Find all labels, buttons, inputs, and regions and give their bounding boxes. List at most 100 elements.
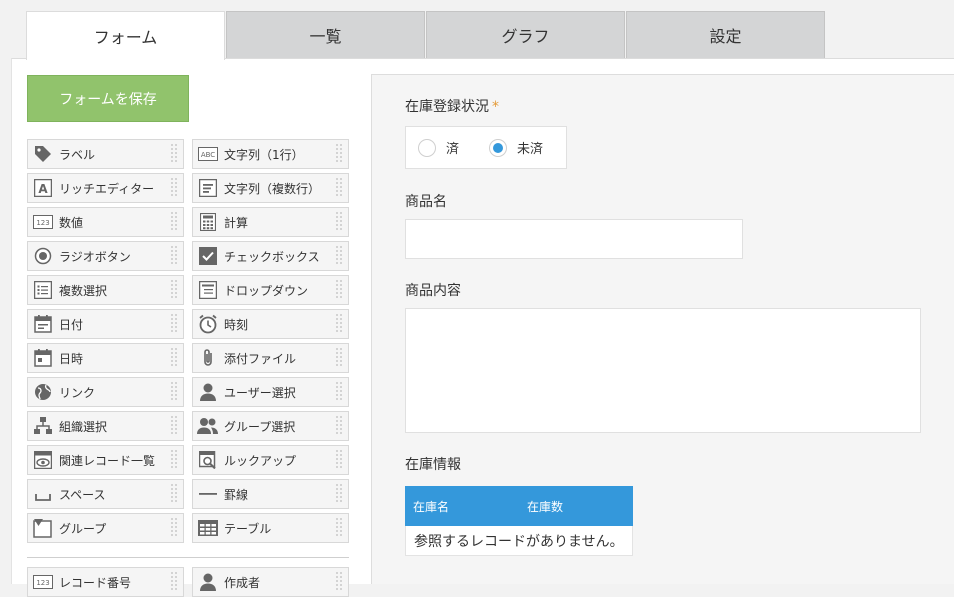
palette-item-label: 添付ファイル [224, 351, 297, 366]
palette-item-label: リンク [59, 385, 96, 400]
datetime-icon [32, 347, 54, 369]
drag-handle-icon[interactable] [335, 245, 345, 267]
palette-item[interactable]: リンク [27, 377, 184, 407]
palette-item[interactable]: 作成者 [192, 567, 349, 597]
radio-option-done[interactable]: 済 [418, 138, 459, 157]
drag-handle-icon[interactable] [170, 381, 180, 403]
palette-item[interactable]: ABC 文字列（1行） [192, 139, 349, 169]
space-icon [32, 483, 54, 505]
palette-item[interactable]: 罫線 [192, 479, 349, 509]
drag-handle-icon[interactable] [335, 483, 345, 505]
drag-handle-icon[interactable] [170, 313, 180, 335]
multiline-text-icon [197, 177, 219, 199]
stock-status-radio-group: 済 未済 [405, 126, 567, 169]
line-icon [197, 483, 219, 505]
drag-handle-icon[interactable] [170, 245, 180, 267]
palette-item[interactable]: 関連レコード一覧 [27, 445, 184, 475]
tab-list[interactable]: 一覧 [226, 11, 425, 58]
drag-handle-icon[interactable] [170, 415, 180, 437]
save-form-button[interactable]: フォームを保存 [27, 75, 189, 122]
tab-settings[interactable]: 設定 [626, 11, 825, 58]
palette-item[interactable]: 時刻 [192, 309, 349, 339]
palette-item[interactable]: 複数選択 [27, 275, 184, 305]
product-desc-textarea[interactable] [405, 308, 921, 433]
drag-handle-icon[interactable] [335, 381, 345, 403]
palette-item[interactable]: グループ選択 [192, 411, 349, 441]
globe-icon [32, 381, 54, 403]
drag-handle-icon[interactable] [170, 211, 180, 233]
palette-item-label: 複数選択 [59, 283, 108, 298]
drag-handle-icon[interactable] [335, 415, 345, 437]
column-stock-count: 在庫数 [527, 499, 564, 514]
palette-item[interactable]: ラジオボタン [27, 241, 184, 271]
drag-handle-icon[interactable] [170, 571, 180, 593]
palette-item[interactable]: ラベル [27, 139, 184, 169]
tab-form[interactable]: フォーム [26, 11, 225, 60]
palette-item[interactable]: チェックボックス [192, 241, 349, 271]
palette-item-label: ユーザー選択 [224, 385, 296, 400]
palette-item[interactable]: スペース [27, 479, 184, 509]
radio-option-undone-label: 未済 [517, 142, 544, 157]
palette-item[interactable]: ルックアップ [192, 445, 349, 475]
product-name-label: 商品名 [405, 194, 447, 210]
stock-info-label: 在庫情報 [405, 457, 461, 473]
palette-item-label: ルックアップ [224, 453, 297, 468]
palette-item-label: 時刻 [224, 317, 249, 332]
drag-handle-icon[interactable] [335, 517, 345, 539]
org-chart-icon [32, 415, 54, 437]
drag-handle-icon[interactable] [335, 177, 345, 199]
drag-handle-icon[interactable] [170, 177, 180, 199]
palette-item[interactable]: 日時 [27, 343, 184, 373]
palette-item[interactable]: A リッチエディター [27, 173, 184, 203]
stock-info-related-table: 在庫名 在庫数 参照するレコードがありません。 [405, 486, 633, 556]
multi-select-icon [32, 279, 54, 301]
palette-item-label: 関連レコード一覧 [59, 453, 156, 468]
tag-icon [32, 143, 54, 165]
palette-item[interactable]: 123 数値 [27, 207, 184, 237]
product-name-input[interactable] [405, 219, 743, 259]
palette-item[interactable]: グループ [27, 513, 184, 543]
drag-handle-icon[interactable] [170, 517, 180, 539]
related-table-empty-message: 参照するレコードがありません。 [405, 526, 633, 556]
product-desc-label: 商品内容 [405, 283, 461, 299]
drag-handle-icon[interactable] [335, 571, 345, 593]
drag-handle-icon[interactable] [335, 143, 345, 165]
group-icon [197, 415, 219, 437]
drag-handle-icon[interactable] [170, 483, 180, 505]
stock-status-label: 在庫登録状況 * [405, 96, 499, 116]
palette-item[interactable]: 添付ファイル [192, 343, 349, 373]
palette-item[interactable]: 日付 [27, 309, 184, 339]
drag-handle-icon[interactable] [335, 279, 345, 301]
palette-item-label: 罫線 [224, 487, 249, 502]
drag-handle-icon[interactable] [335, 449, 345, 471]
palette-item-label: 日時 [59, 351, 84, 366]
palette-item-label: ラベル [59, 147, 96, 162]
drag-handle-icon[interactable] [335, 347, 345, 369]
drag-handle-icon[interactable] [335, 313, 345, 335]
calculator-icon [197, 211, 219, 233]
tab-graph[interactable]: グラフ [426, 11, 625, 58]
drag-handle-icon[interactable] [170, 449, 180, 471]
lookup-icon [197, 449, 219, 471]
palette-item[interactable]: 文字列（複数行） [192, 173, 349, 203]
palette-item[interactable]: 組織選択 [27, 411, 184, 441]
drag-handle-icon[interactable] [170, 347, 180, 369]
palette-item-label: ラジオボタン [59, 249, 131, 264]
drag-handle-icon[interactable] [170, 143, 180, 165]
checkbox-icon [197, 245, 219, 267]
palette-item-label: 文字列（複数行） [224, 181, 321, 196]
palette-item[interactable]: 計算 [192, 207, 349, 237]
palette-item[interactable]: テーブル [192, 513, 349, 543]
drag-handle-icon[interactable] [170, 279, 180, 301]
group-field-icon [32, 517, 54, 539]
radio-circle-undone [489, 138, 507, 157]
palette-item[interactable]: ドロップダウン [192, 275, 349, 305]
palette-item-label: チェックボックス [224, 249, 320, 264]
table-icon [197, 517, 219, 539]
palette-item-label: テーブル [224, 521, 272, 536]
radio-option-undone[interactable]: 未済 [489, 138, 543, 157]
palette-item[interactable]: ユーザー選択 [192, 377, 349, 407]
palette-item[interactable]: 123 レコード番号 [27, 567, 184, 597]
drag-handle-icon[interactable] [335, 211, 345, 233]
palette-item-label: 作成者 [224, 575, 261, 590]
